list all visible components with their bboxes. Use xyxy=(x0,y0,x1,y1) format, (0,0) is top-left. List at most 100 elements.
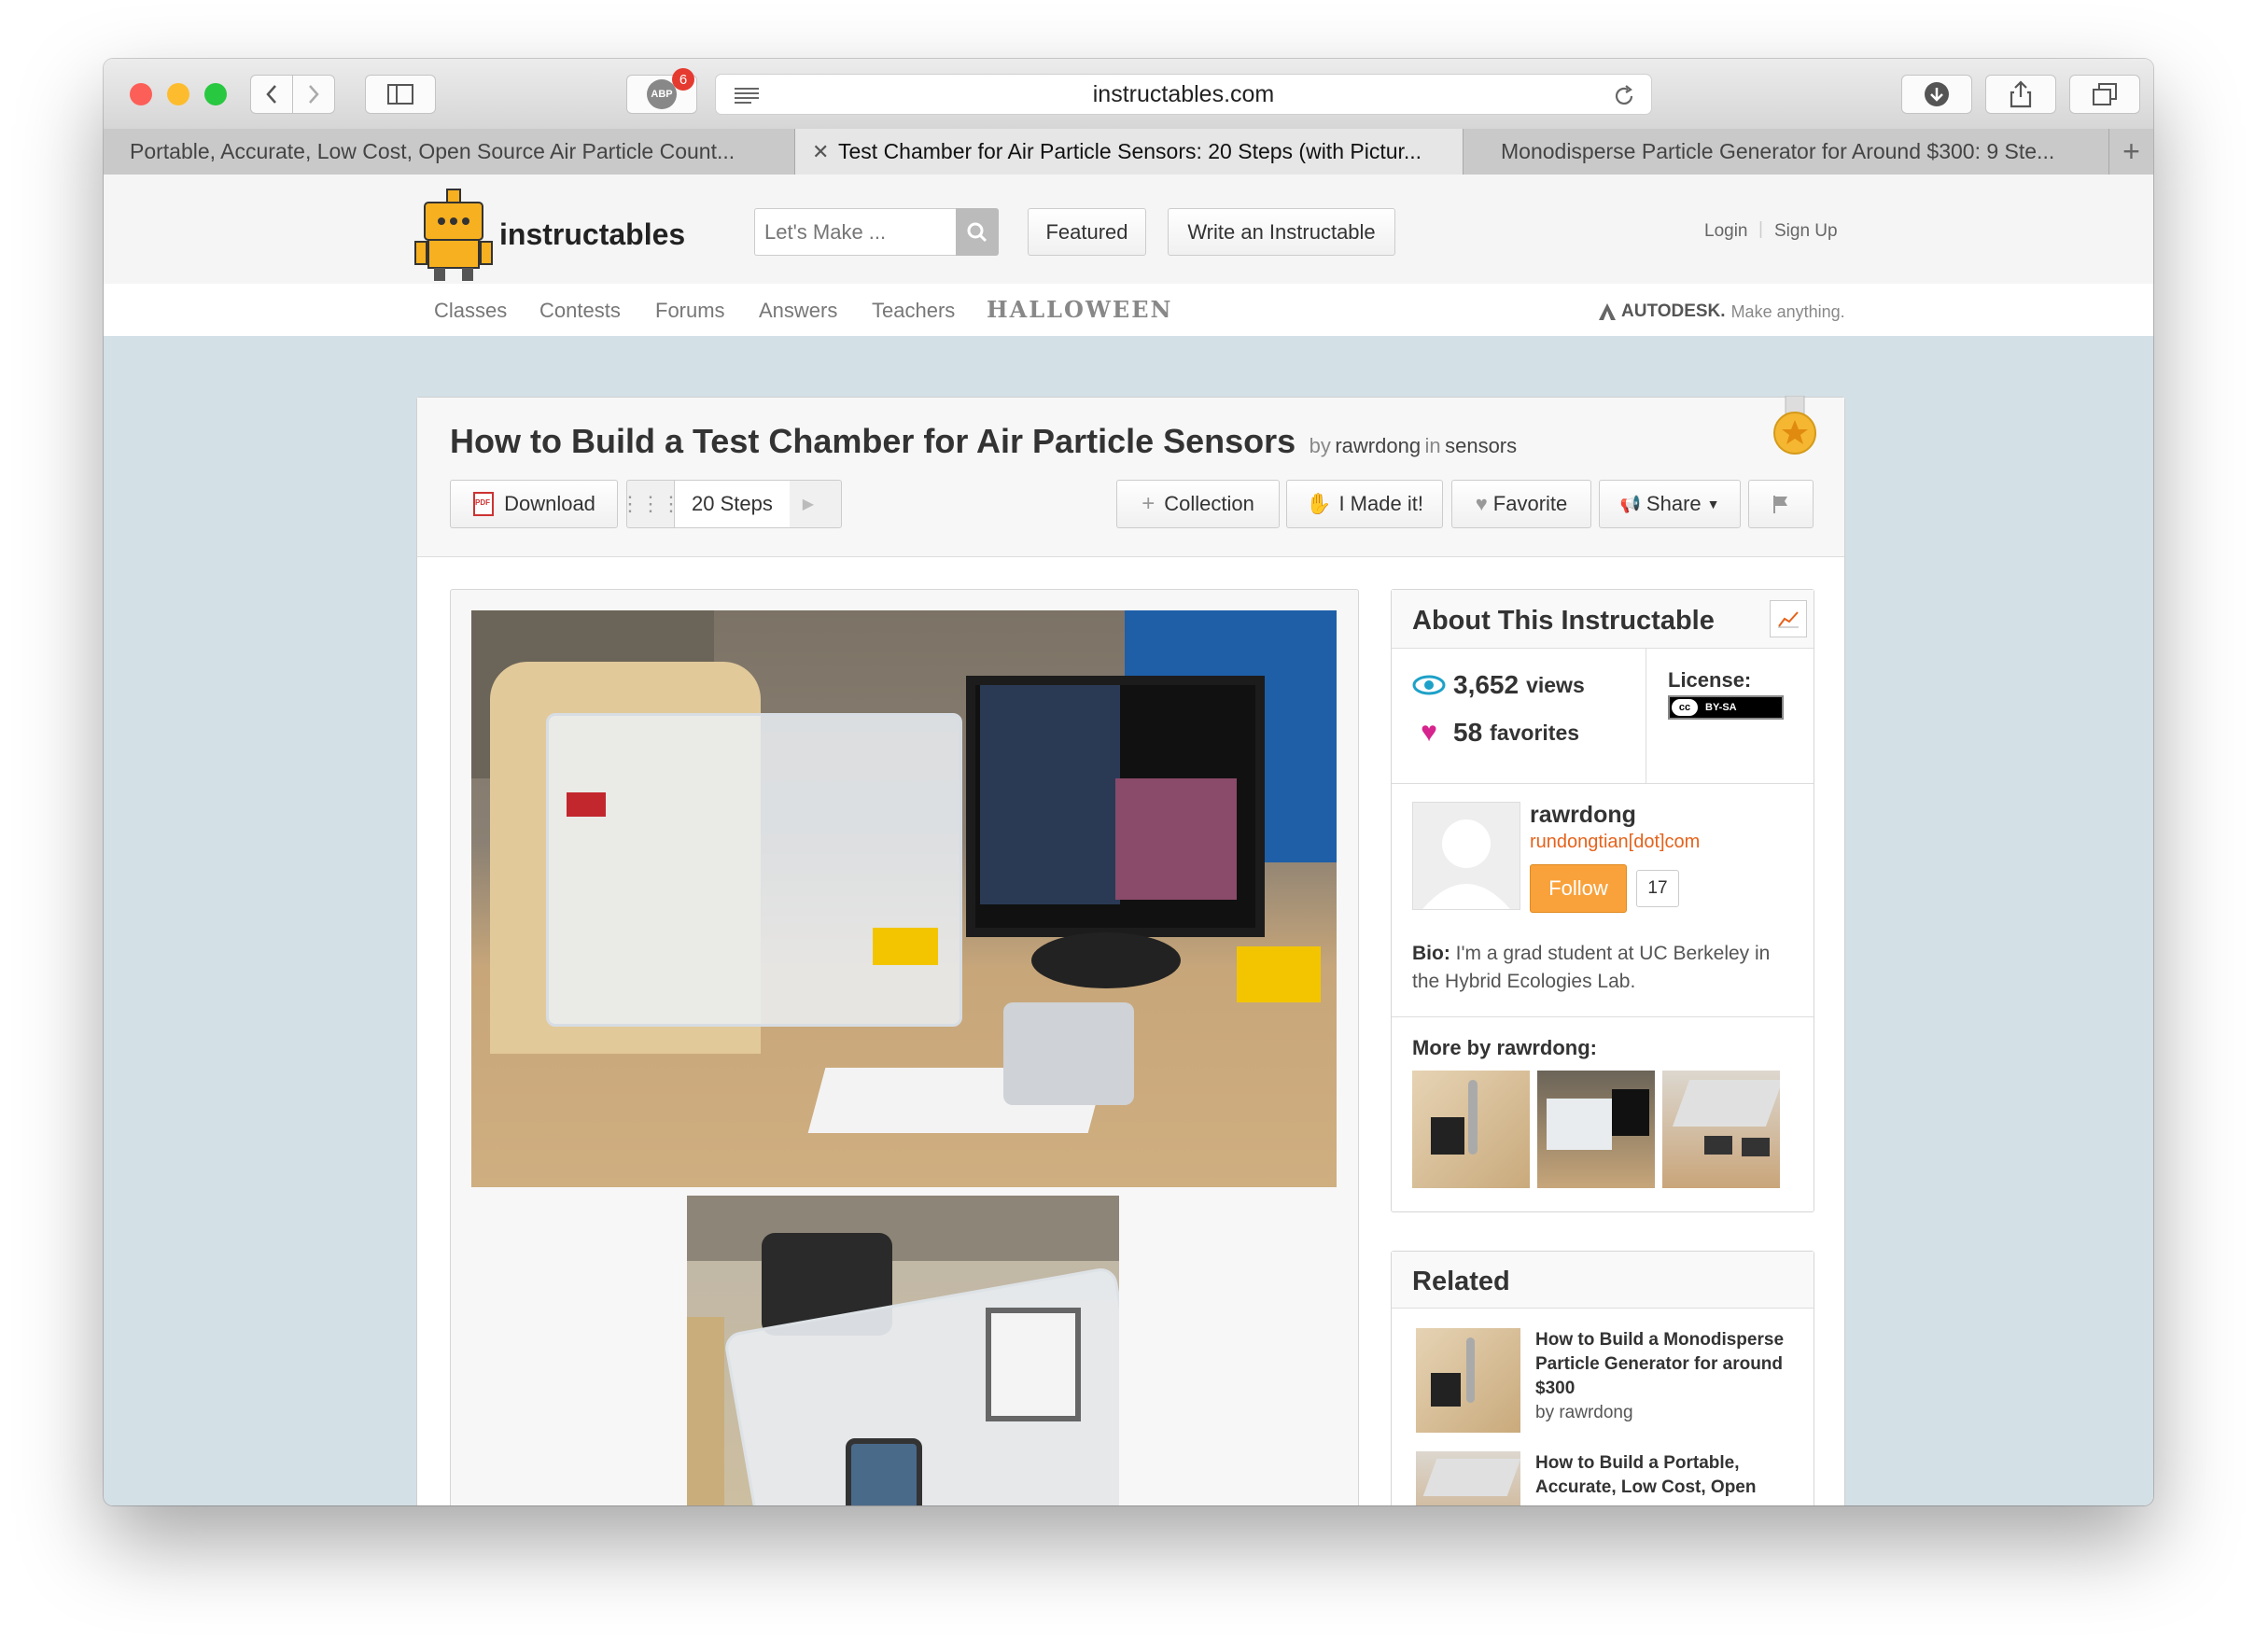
chevron-left-icon xyxy=(266,85,276,104)
logo-link[interactable]: instructables xyxy=(412,188,685,281)
author-website[interactable]: rundongtian[dot]com xyxy=(1530,832,1700,853)
next-step-icon[interactable]: ▶ xyxy=(790,495,827,513)
tab-overview-button[interactable] xyxy=(2069,75,2140,114)
download-arrow-icon xyxy=(1925,82,1949,106)
avatar[interactable] xyxy=(1412,802,1520,910)
tab-bar: Portable, Accurate, Low Cost, Open Sourc… xyxy=(104,129,2153,175)
more-by-thumb-2[interactable] xyxy=(1537,1071,1655,1188)
plus-icon: + xyxy=(1142,491,1156,516)
browser-window: ABP 6 instructables.com Portable, Accura… xyxy=(104,59,2153,1505)
about-heading: About This Instructable xyxy=(1412,606,1715,636)
category-link[interactable]: sensors xyxy=(1445,434,1517,457)
share-page-button[interactable] xyxy=(1985,75,2056,114)
follow-button[interactable]: Follow xyxy=(1530,864,1627,913)
login-link[interactable]: Login xyxy=(1704,221,1748,242)
megaphone-icon: 📢 xyxy=(1619,494,1641,513)
featured-button[interactable]: Featured xyxy=(1028,208,1146,256)
back-button[interactable] xyxy=(250,75,293,114)
about-box: About This Instructable 3,652 views ♥ 58… xyxy=(1391,589,1814,1212)
eye-icon xyxy=(1412,675,1446,695)
search-input[interactable] xyxy=(754,208,956,256)
zoom-window-button[interactable] xyxy=(204,83,227,105)
author-bio: Bio: I'm a grad student at UC Berkeley i… xyxy=(1412,943,1771,992)
stats-section: 3,652 views ♥ 58 favorites License: cc B… xyxy=(1392,648,1814,784)
pdf-icon: PDF xyxy=(473,492,495,516)
adblock-badge: 6 xyxy=(672,68,694,91)
about-header: About This Instructable xyxy=(1392,590,1814,649)
steps-navigator[interactable]: ⋮⋮⋮ 20 Steps ▶ xyxy=(620,480,842,528)
forward-button[interactable] xyxy=(292,75,335,114)
chevron-right-icon xyxy=(309,85,319,104)
related-thumb xyxy=(1416,1451,1520,1505)
robot-logo-icon xyxy=(414,189,493,281)
author-name[interactable]: rawrdong xyxy=(1530,802,1636,829)
svg-text:PDF: PDF xyxy=(475,498,490,507)
views-stat: 3,652 views xyxy=(1412,670,1585,700)
new-tab-button[interactable]: + xyxy=(2109,129,2153,175)
default-avatar-icon xyxy=(1422,819,1510,909)
author-section: rawrdong rundongtian[dot]com Follow 17 B… xyxy=(1392,783,1814,1017)
nav-classes[interactable]: Classes xyxy=(434,299,507,323)
article-title: How to Build a Test Chamber for Air Part… xyxy=(450,422,1296,460)
close-tab-icon[interactable]: ✕ xyxy=(812,129,829,175)
related-item[interactable]: How to Build a Monodisperse Particle Gen… xyxy=(1416,1328,1799,1435)
chamber-photo[interactable] xyxy=(687,1196,1119,1505)
related-title: How to Build a Monodisperse Particle Gen… xyxy=(1535,1330,1785,1398)
related-title: How to Build a Portable, Accurate, Low C… xyxy=(1535,1453,1757,1497)
share-button[interactable]: 📢 Share ▼ xyxy=(1599,480,1741,528)
add-to-collection-button[interactable]: + Collection xyxy=(1116,480,1280,528)
nav-teachers[interactable]: Teachers xyxy=(872,299,955,323)
search-icon xyxy=(967,222,987,242)
nav-contests[interactable]: Contests xyxy=(539,299,621,323)
related-item[interactable]: How to Build a Portable, Accurate, Low C… xyxy=(1416,1451,1799,1505)
nav-forums[interactable]: Forums xyxy=(655,299,725,323)
autodesk-link[interactable]: AUTODESK. Make anything. xyxy=(1597,299,1845,325)
more-by-heading: More by rawrdong: xyxy=(1412,1036,1598,1059)
tab-monodisperse[interactable]: Monodisperse Particle Generator for Arou… xyxy=(1464,129,2109,175)
tab-particle-counter[interactable]: Portable, Accurate, Low Cost, Open Sourc… xyxy=(104,129,795,175)
related-heading: Related xyxy=(1412,1267,1510,1296)
autodesk-logo-icon xyxy=(1599,303,1616,320)
heart-filled-icon: ♥ xyxy=(1421,717,1437,748)
close-window-button[interactable] xyxy=(130,83,152,105)
author-link[interactable]: rawrdong xyxy=(1335,434,1421,457)
minimize-window-button[interactable] xyxy=(167,83,189,105)
follower-count: 17 xyxy=(1636,870,1679,907)
flag-button[interactable] xyxy=(1748,480,1814,528)
downloads-button[interactable] xyxy=(1901,75,1972,114)
related-header: Related xyxy=(1392,1252,1814,1309)
heart-icon: ♥ xyxy=(1475,492,1488,515)
flag-icon xyxy=(1773,496,1787,513)
favorite-button[interactable]: ♥ Favorite xyxy=(1451,480,1591,528)
signup-link[interactable]: Sign Up xyxy=(1774,221,1838,242)
related-author: by rawrdong xyxy=(1535,1403,1633,1422)
i-made-it-button[interactable]: ✋ I Made it! xyxy=(1286,480,1443,528)
grid-icon: ⋮⋮⋮ xyxy=(620,481,681,527)
sidebar-toggle-button[interactable] xyxy=(365,75,436,114)
hero-photo[interactable] xyxy=(471,610,1337,1187)
stats-chart-button[interactable] xyxy=(1770,600,1807,637)
write-instructable-button[interactable]: Write an Instructable xyxy=(1168,208,1395,256)
adblock-button[interactable]: ABP 6 xyxy=(626,68,697,114)
site-subnav: Classes Contests Forums Answers Teachers… xyxy=(104,284,2153,337)
browser-toolbar: ABP 6 instructables.com xyxy=(104,59,2153,130)
site-header: instructables Featured Write an Instruct… xyxy=(104,175,2153,285)
tab-test-chamber[interactable]: ✕ Test Chamber for Air Particle Sensors:… xyxy=(795,129,1464,175)
sidebar-icon xyxy=(387,84,413,105)
nav-answers[interactable]: Answers xyxy=(759,299,837,323)
address-bar[interactable]: instructables.com xyxy=(715,74,1652,115)
line-chart-icon xyxy=(1778,611,1799,628)
search-button[interactable] xyxy=(956,208,999,256)
download-button[interactable]: PDF Download xyxy=(450,480,618,528)
address-text: instructables.com xyxy=(1092,80,1275,107)
more-by-thumb-3[interactable] xyxy=(1662,1071,1780,1188)
more-by-thumb-1[interactable] xyxy=(1412,1071,1530,1188)
article-title-line: How to Build a Test Chamber for Air Part… xyxy=(450,422,1518,460)
header-divider: | xyxy=(1758,219,1763,239)
article-header: How to Build a Test Chamber for Air Part… xyxy=(417,396,1844,557)
cc-license-badge[interactable]: cc BY-SA xyxy=(1668,695,1784,720)
reload-icon[interactable] xyxy=(1612,84,1636,108)
featured-medal-icon xyxy=(1773,396,1816,455)
nav-halloween[interactable]: HALLOWEEN xyxy=(987,296,1172,323)
main-content-column xyxy=(450,589,1359,1505)
